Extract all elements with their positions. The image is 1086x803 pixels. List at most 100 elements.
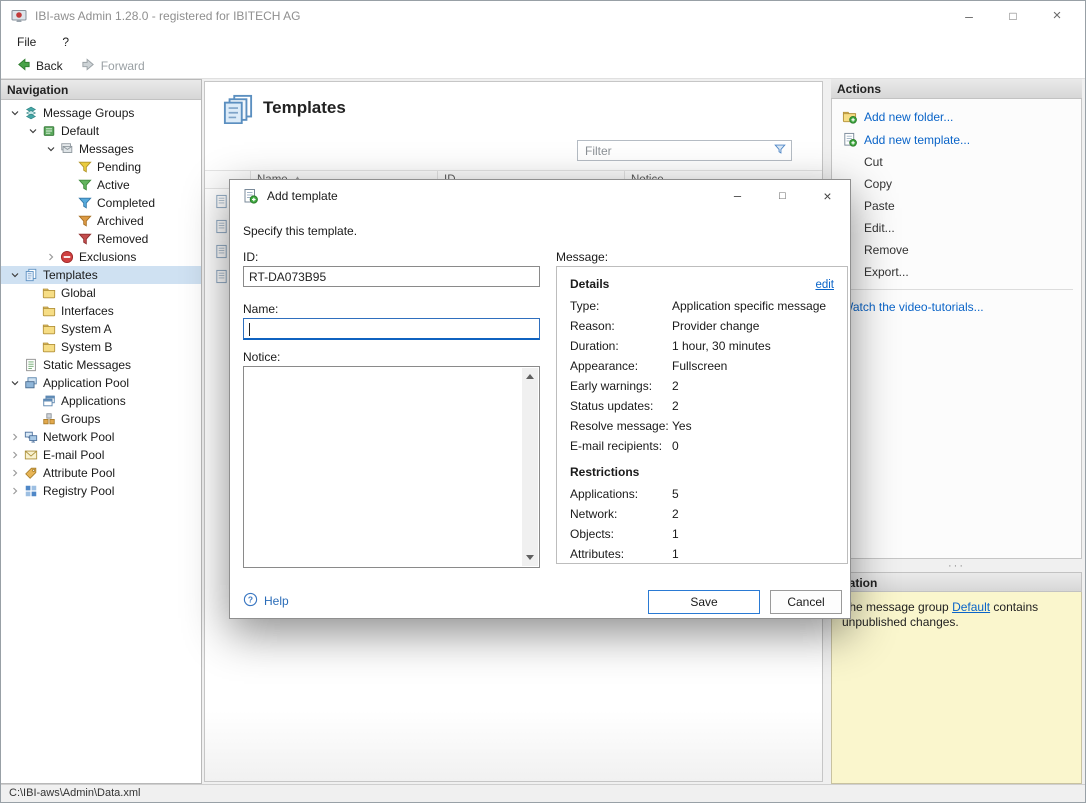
- chevron-down-icon[interactable]: [43, 143, 58, 155]
- cancel-button[interactable]: Cancel: [770, 590, 842, 614]
- add-folder-icon: [842, 109, 858, 124]
- action-copy[interactable]: Copy: [832, 173, 1081, 195]
- action-watch-the-video-tutorials[interactable]: Watch the video-tutorials...: [832, 296, 1081, 318]
- action-paste[interactable]: Paste: [832, 195, 1081, 217]
- dialog-subtitle: Specify this template.: [243, 224, 358, 238]
- nav-item-system-a[interactable]: System A: [1, 320, 201, 338]
- nav-item-groups[interactable]: Groups: [1, 410, 201, 428]
- chevron-down-icon[interactable]: [7, 377, 22, 389]
- detail-value: 2: [672, 399, 679, 413]
- chevron-right-icon[interactable]: [7, 485, 22, 497]
- nav-item-global[interactable]: Global: [1, 284, 201, 302]
- detail-label: E-mail recipients:: [570, 439, 663, 453]
- id-input[interactable]: RT-DA073B95: [243, 266, 540, 287]
- nav-item-exclusions[interactable]: Exclusions: [1, 248, 201, 266]
- chevron-right-icon[interactable]: [7, 431, 22, 443]
- nav-item-pending[interactable]: Pending: [1, 158, 201, 176]
- nav-item-archived[interactable]: Archived: [1, 212, 201, 230]
- nav-item-static-messages[interactable]: Static Messages: [1, 356, 201, 374]
- template-row-icon[interactable]: [214, 219, 229, 237]
- groups-icon: [40, 412, 57, 426]
- action-export[interactable]: Export...: [832, 261, 1081, 283]
- name-input[interactable]: [243, 318, 540, 340]
- menu-file[interactable]: File: [17, 35, 36, 49]
- forward-label: Forward: [100, 58, 145, 73]
- detail-value: 0: [672, 439, 679, 453]
- nav-item-removed[interactable]: Removed: [1, 230, 201, 248]
- scroll-down-icon[interactable]: [526, 555, 534, 560]
- panel-splitter[interactable]: ···: [831, 559, 1082, 572]
- chevron-right-icon[interactable]: [7, 467, 22, 479]
- dialog-minimize-button[interactable]: –: [715, 180, 760, 212]
- action-label: Paste: [864, 199, 895, 213]
- default-group-link[interactable]: Default: [952, 600, 990, 614]
- message-groups-icon: [22, 106, 39, 120]
- network-pool-icon: [22, 430, 39, 444]
- action-edit[interactable]: Edit...: [832, 217, 1081, 239]
- action-remove[interactable]: Remove: [832, 239, 1081, 261]
- nav-item-default[interactable]: Default: [1, 122, 201, 140]
- action-add-new-template[interactable]: Add new template...: [832, 128, 1081, 151]
- nav-item-label: Applications: [61, 394, 126, 408]
- email-pool-icon: [22, 448, 39, 462]
- edit-link[interactable]: edit: [815, 279, 834, 291]
- window-title: IBI-aws Admin 1.28.0 - registered for IB…: [35, 9, 301, 23]
- chevron-right-icon[interactable]: [7, 449, 22, 461]
- nav-item-network-pool[interactable]: Network Pool: [1, 428, 201, 446]
- help-button[interactable]: ? Help: [243, 592, 289, 610]
- nav-item-registry-pool[interactable]: Registry Pool: [1, 482, 201, 500]
- titlebar[interactable]: IBI-aws Admin 1.28.0 - registered for IB…: [1, 1, 1085, 31]
- template-row-icon[interactable]: [214, 244, 229, 262]
- nav-item-messages[interactable]: Messages: [1, 140, 201, 158]
- chevron-down-icon[interactable]: [25, 125, 40, 137]
- nav-item-applications[interactable]: Applications: [1, 392, 201, 410]
- template-row-icon[interactable]: [214, 194, 229, 212]
- nav-item-system-b[interactable]: System B: [1, 338, 201, 356]
- notice-scrollbar[interactable]: [522, 368, 538, 566]
- app-window: IBI-aws Admin 1.28.0 - registered for IB…: [0, 0, 1086, 803]
- back-label: Back: [36, 58, 63, 73]
- forward-button[interactable]: Forward: [72, 54, 154, 78]
- details-list: Type: Application specific message Reason:…: [570, 299, 834, 453]
- dialog-close-button[interactable]: ×: [805, 180, 850, 212]
- navigation-panel: Navigation Message Groups Default Messages…: [1, 79, 202, 784]
- dialog-maximize-button[interactable]: □: [760, 180, 805, 212]
- nav-item-label: Static Messages: [43, 358, 132, 372]
- close-button[interactable]: ×: [1035, 1, 1079, 31]
- back-button[interactable]: Back: [7, 54, 72, 78]
- detail-label: Reason:: [570, 319, 615, 333]
- chevron-right-icon[interactable]: [43, 251, 58, 263]
- action-add-new-folder[interactable]: Add new folder...: [832, 105, 1081, 128]
- menu-help[interactable]: ?: [62, 35, 69, 49]
- detail-label: Status updates:: [570, 399, 654, 413]
- text-caret: [249, 323, 250, 337]
- templates-page-icon: [223, 94, 253, 127]
- nav-item-message-groups[interactable]: Message Groups: [1, 104, 201, 122]
- save-button[interactable]: Save: [648, 590, 760, 614]
- nav-item-application-pool[interactable]: Application Pool: [1, 374, 201, 392]
- chevron-down-icon[interactable]: [7, 107, 22, 119]
- nav-item-e-mail-pool[interactable]: E-mail Pool: [1, 446, 201, 464]
- chevron-down-icon[interactable]: [7, 269, 22, 281]
- toolbar: Back Forward: [1, 53, 1085, 79]
- maximize-button[interactable]: □: [991, 1, 1035, 31]
- notice-textarea[interactable]: [243, 366, 540, 568]
- nav-item-label: Removed: [97, 232, 149, 246]
- navigation-tree: Message Groups Default Messages Pending Acti…: [1, 100, 201, 500]
- template-row-icon[interactable]: [214, 269, 229, 287]
- nav-item-interfaces[interactable]: Interfaces: [1, 302, 201, 320]
- add-template-icon: [842, 132, 858, 147]
- action-cut[interactable]: Cut: [832, 151, 1081, 173]
- scroll-up-icon[interactable]: [526, 374, 534, 379]
- nav-item-attribute-pool[interactable]: Attribute Pool: [1, 464, 201, 482]
- add-template-icon: [242, 188, 258, 204]
- dialog-titlebar[interactable]: Add template – □ ×: [230, 180, 850, 212]
- minimize-button[interactable]: –: [947, 1, 991, 31]
- nav-item-templates[interactable]: Templates: [1, 266, 201, 284]
- detail-label: Type:: [570, 299, 600, 313]
- nav-item-completed[interactable]: Completed: [1, 194, 201, 212]
- filter-input[interactable]: Filter: [577, 140, 792, 161]
- detail-label: Duration:: [570, 339, 619, 353]
- nav-item-active[interactable]: Active: [1, 176, 201, 194]
- dialog-controls: – □ ×: [715, 180, 850, 212]
